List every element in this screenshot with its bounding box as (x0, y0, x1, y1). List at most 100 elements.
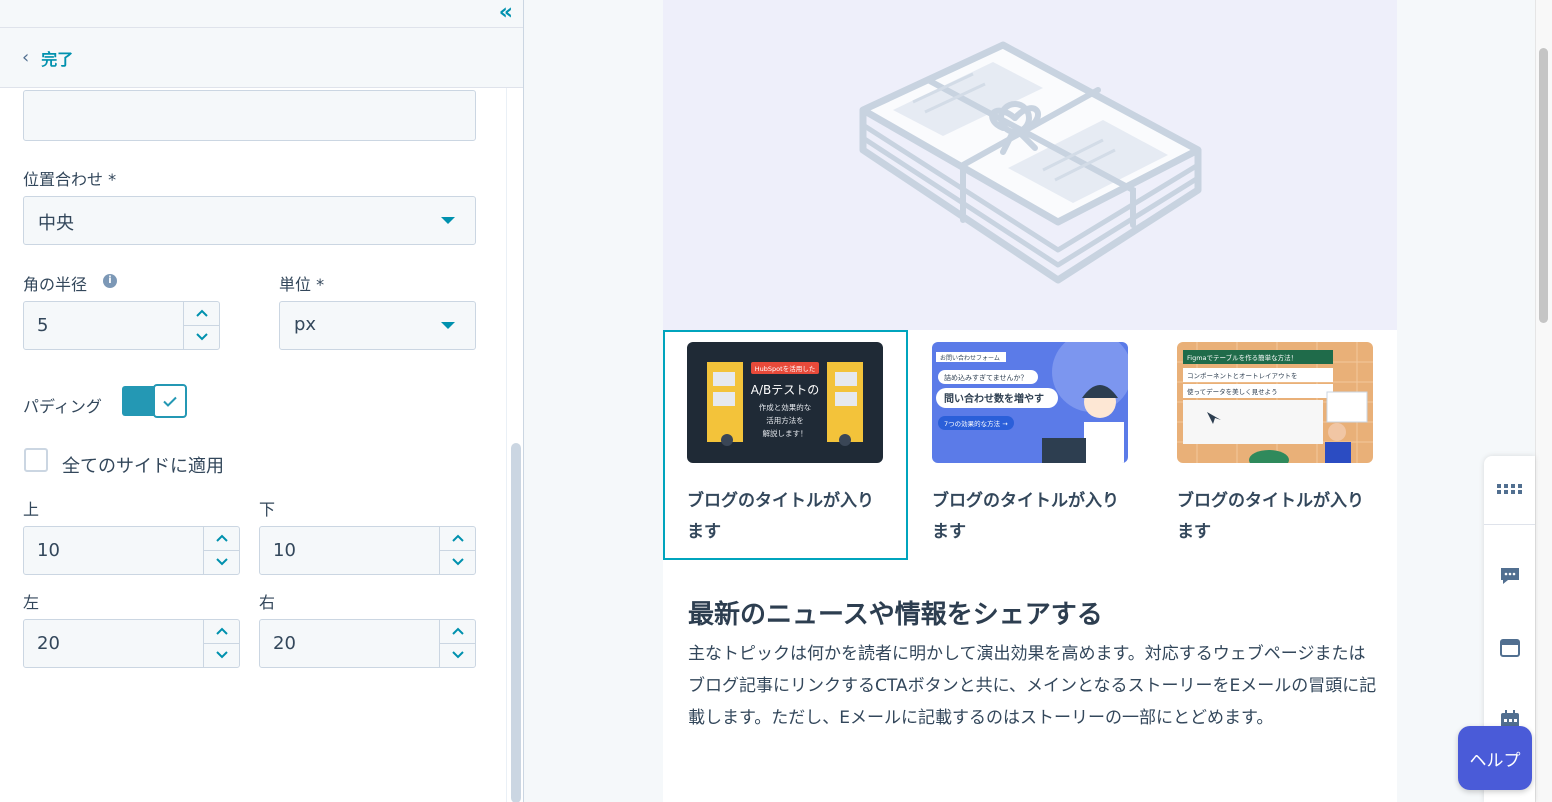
post-thumbnail[interactable]: HubSpotを活用した A/Bテストの 作成と効果的な 活用方法を 解説します… (687, 342, 883, 463)
toggle-knob (153, 384, 187, 418)
thumb-small-text: お問い合わせフォーム (940, 354, 1000, 362)
thumb-line-3: 解説します！ (763, 428, 808, 438)
padding-toggle[interactable] (122, 384, 187, 418)
blog-post-card[interactable]: Figmaでテーブルを作る簡単な方法！ コンポーネントとオートレイアウトを 使っ… (1153, 330, 1398, 560)
padding-left-stepper (203, 620, 240, 668)
apply-all-sides-checkbox[interactable] (24, 448, 48, 472)
thumb-badge-text: HubSpotを活用した (755, 364, 815, 373)
comments-button[interactable] (1484, 551, 1535, 601)
thumb-headline-text: A/Bテストの (751, 383, 820, 397)
decrement-button[interactable] (440, 551, 476, 575)
post-title[interactable]: ブログのタイトルが入ります (1177, 486, 1377, 548)
preview-button[interactable] (1484, 623, 1535, 673)
done-back-button[interactable]: ‹ 完了 (0, 28, 523, 88)
apply-all-sides-label: 全てのサイドに適用 (62, 456, 224, 477)
unit-label: 単位 * (279, 275, 325, 294)
increment-button[interactable] (204, 527, 240, 551)
thumb-main-text: 問い合わせ数を増やす (944, 392, 1044, 405)
decrement-button[interactable] (184, 326, 220, 350)
panel-scroll-thumb[interactable] (511, 443, 521, 802)
padding-top-input[interactable]: 10 (23, 526, 240, 575)
post-title[interactable]: ブログのタイトルが入ります (932, 486, 1132, 548)
corner-radius-input[interactable]: 5 (23, 301, 220, 350)
padding-right-label: 右 (259, 593, 276, 612)
blog-post-card[interactable]: お問い合わせフォーム 詰め込みすぎてませんか？ 問い合わせ数を増やす 7つの効果… (908, 330, 1153, 560)
increment-button[interactable] (440, 620, 476, 644)
panel-toolbar: « (0, 0, 523, 28)
hero-image-placeholder[interactable] (663, 0, 1397, 330)
thumb-pill-text: 7つの効果的な方法 → (944, 419, 1008, 428)
post-thumbnail[interactable]: お問い合わせフォーム 詰め込みすぎてませんか？ 問い合わせ数を増やす 7つの効果… (932, 342, 1128, 463)
window-scrollbar[interactable] (1535, 0, 1552, 802)
check-icon (163, 396, 177, 407)
chevron-up-icon (216, 534, 228, 542)
chevron-up-icon (452, 627, 464, 635)
padding-right-input[interactable]: 20 (259, 619, 476, 668)
chevron-down-icon (452, 558, 464, 566)
comment-icon (1500, 568, 1519, 584)
info-icon[interactable]: i (103, 274, 117, 288)
post-thumbnail[interactable]: Figmaでテーブルを作る簡単な方法！ コンポーネントとオートレイアウトを 使っ… (1177, 342, 1373, 463)
grid-icon (1496, 484, 1522, 494)
decrement-button[interactable] (440, 644, 476, 668)
alignment-select[interactable]: 中央 (23, 196, 476, 245)
padding-label: パディング (23, 397, 102, 416)
email-canvas: HubSpotを活用した A/Bテストの 作成と効果的な 活用方法を 解説します… (663, 0, 1397, 802)
apps-grid-button[interactable] (1484, 464, 1535, 514)
alignment-value: 中央 (38, 213, 74, 234)
chevron-down-icon (452, 651, 464, 659)
padding-left-label: 左 (23, 593, 40, 612)
panel-scrollbar[interactable] (506, 88, 523, 802)
padding-top-value: 10 (37, 540, 60, 561)
increment-button[interactable] (440, 527, 476, 551)
chevron-up-icon (452, 534, 464, 542)
post-title[interactable]: ブログのタイトルが入ります (687, 486, 887, 548)
unit-select[interactable]: px (279, 301, 476, 350)
text-field[interactable] (23, 90, 476, 141)
corner-radius-value: 5 (37, 315, 49, 336)
padding-left-input[interactable]: 20 (23, 619, 240, 668)
thumb-line-2: 使ってデータを美しく見せよう (1187, 387, 1278, 396)
package-illustration-icon (859, 41, 1202, 284)
collapse-panel-icon[interactable]: « (499, 2, 513, 24)
alignment-label: 位置合わせ * (23, 170, 117, 189)
padding-right-value: 20 (273, 633, 296, 654)
padding-bottom-input[interactable]: 10 (259, 526, 476, 575)
decrement-button[interactable] (204, 644, 240, 668)
section-body-text[interactable]: 主なトピックは何かを読者に明かして演出効果を高めます。対応するウェブページまたは… (688, 638, 1378, 734)
padding-top-label: 上 (23, 500, 40, 519)
padding-top-stepper (203, 527, 240, 575)
done-label: 完了 (41, 49, 74, 69)
increment-button[interactable] (184, 302, 220, 326)
caret-down-icon (441, 217, 455, 224)
chevron-down-icon (216, 651, 228, 659)
help-button[interactable]: ヘルプ (1458, 726, 1532, 790)
corner-radius-stepper (183, 302, 220, 350)
padding-bottom-stepper (439, 527, 476, 575)
chevron-down-icon (196, 333, 208, 341)
thumb-line-2: 活用方法を (766, 415, 804, 425)
chevron-down-icon (216, 558, 228, 566)
thumb-line-1: 作成と効果的な (759, 402, 812, 412)
corner-radius-label: 角の半径 (23, 275, 88, 294)
thumb-header-text: Figmaでテーブルを作る簡単な方法！ (1187, 353, 1297, 362)
padding-bottom-label: 下 (259, 500, 276, 519)
window-scroll-thumb[interactable] (1539, 48, 1548, 323)
decrement-button[interactable] (204, 551, 240, 575)
increment-button[interactable] (204, 620, 240, 644)
ab-test-thumbnail-image: HubSpotを活用した A/Bテストの 作成と効果的な 活用方法を 解説します… (687, 342, 883, 463)
chevron-left-icon: ‹ (22, 47, 30, 68)
unit-value: px (294, 314, 317, 335)
chevron-up-icon (216, 627, 228, 635)
rail-divider (1484, 524, 1535, 525)
blog-post-card[interactable]: HubSpotを活用した A/Bテストの 作成と効果的な 活用方法を 解説します… (663, 330, 908, 560)
padding-right-stepper (439, 620, 476, 668)
module-settings-panel: « ‹ 完了 位置合わせ * 中央 角の半径 i 5 単位 * px パディング… (0, 0, 524, 802)
section-heading[interactable]: 最新のニュースや情報をシェアする (688, 594, 1103, 631)
browser-window-icon (1499, 639, 1520, 657)
figma-table-thumbnail-image: Figmaでテーブルを作る簡単な方法！ コンポーネントとオートレイアウトを 使っ… (1177, 342, 1373, 463)
padding-bottom-value: 10 (273, 540, 296, 561)
email-preview-area: HubSpotを活用した A/Bテストの 作成と効果的な 活用方法を 解説します… (525, 0, 1535, 802)
caret-down-icon (441, 322, 455, 329)
thumb-line-1: コンポーネントとオートレイアウトを (1187, 372, 1298, 380)
